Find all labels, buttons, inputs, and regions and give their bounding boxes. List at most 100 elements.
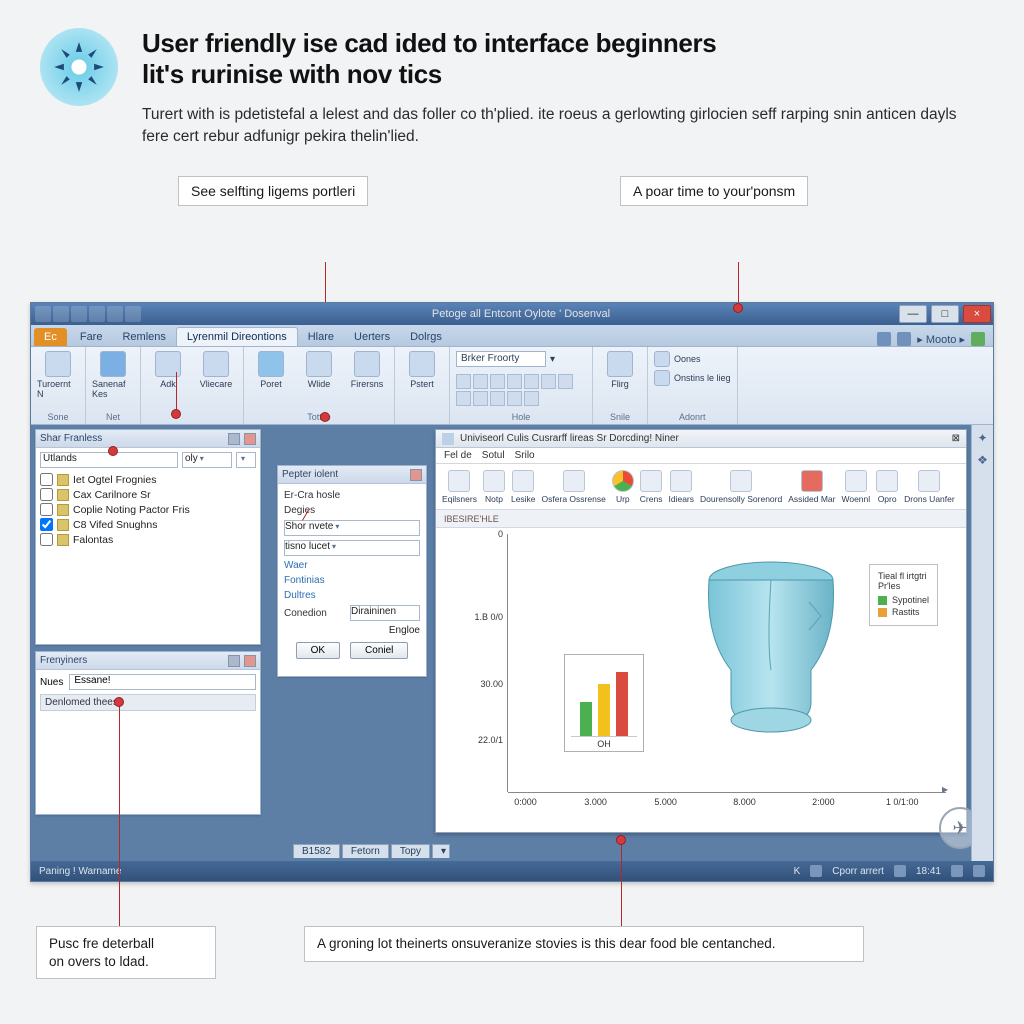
doc-menu-item[interactable]: Srilo bbox=[515, 450, 535, 461]
status-icon[interactable] bbox=[973, 865, 985, 877]
doc-menu[interactable]: Fel de Sotul Srilo bbox=[436, 448, 966, 464]
dialog-dropdown[interactable]: Diraininen bbox=[350, 605, 420, 621]
tree-item[interactable]: Falontas bbox=[40, 532, 256, 547]
maximize-button[interactable]: □ bbox=[931, 305, 959, 323]
doc-tool-button[interactable]: Osfera Ossrense bbox=[542, 470, 606, 504]
ribbon-tabs: Ec Fare Remlens Lyrenmil Direontions Hla… bbox=[31, 325, 993, 347]
doc-tool-button[interactable]: Idiears bbox=[668, 470, 694, 504]
name-input[interactable]: Essane! bbox=[69, 674, 256, 690]
ribbon-small-icons[interactable] bbox=[456, 374, 586, 406]
cancel-button[interactable]: Coniel bbox=[350, 642, 408, 659]
qat-icon[interactable] bbox=[71, 306, 87, 322]
doc-canvas[interactable]: 01.B 0/030.0022.0/1 0:0003.0005.0008.000… bbox=[436, 528, 966, 832]
doc-tab[interactable]: Fetorn bbox=[342, 844, 389, 858]
status-icon[interactable] bbox=[951, 865, 963, 877]
minimize-button[interactable]: — bbox=[899, 305, 927, 323]
status-icon[interactable] bbox=[810, 865, 822, 877]
doc-tool-button[interactable]: Notp bbox=[483, 470, 505, 504]
doc-tool-button[interactable]: Drons Uanfer bbox=[904, 470, 955, 504]
tab-action-icon[interactable] bbox=[897, 332, 911, 346]
mini-dialog[interactable]: Pepter iolent Er-Cra hosle Degies Shor n… bbox=[277, 465, 427, 677]
panel-close-icon[interactable] bbox=[244, 433, 256, 445]
ribbon-mini-button[interactable]: Oones bbox=[654, 351, 731, 367]
status-key-icon: K bbox=[794, 866, 801, 877]
dialog-more[interactable]: Engloe bbox=[389, 625, 420, 636]
doc-tool-button[interactable]: Eqilsners bbox=[442, 470, 477, 504]
doc-close-icon[interactable]: ⊠ bbox=[952, 433, 960, 444]
doc-tool-button[interactable]: Lesike bbox=[511, 470, 536, 504]
tree-item[interactable]: Iet Ogtel Frognies bbox=[40, 472, 256, 487]
close-button[interactable]: × bbox=[963, 305, 991, 323]
callout-top-left: See selfting ligems portleri bbox=[178, 176, 368, 206]
model-tree-panel: Shar Franless Utlandsoly Iet Ogtel Frogn… bbox=[35, 429, 261, 645]
ribbon-button[interactable]: Sanenaf Kes bbox=[92, 351, 134, 399]
doc-tab[interactable]: Topy bbox=[391, 844, 430, 858]
doc-subtab[interactable]: IBESIRE'HLE bbox=[436, 510, 966, 528]
callout-bottom-left: Pusc fre deterballon overs to ldad. bbox=[36, 926, 216, 979]
side-tool-icon[interactable]: ❖ bbox=[976, 453, 990, 467]
tree-item[interactable]: Coplie Noting Pactor Fris bbox=[40, 502, 256, 517]
section-header: Denlomed thees bbox=[40, 694, 256, 711]
qat-icon[interactable] bbox=[35, 306, 51, 322]
ok-button[interactable]: OK bbox=[296, 642, 340, 659]
doc-tool-button[interactable]: Woennl bbox=[841, 470, 870, 504]
dialog-close-icon[interactable] bbox=[410, 469, 422, 481]
ribbon-button[interactable]: Firersns bbox=[346, 351, 388, 389]
doc-menu-item[interactable]: Sotul bbox=[482, 450, 505, 461]
file-tab[interactable]: Ec bbox=[34, 328, 67, 346]
brand-logo bbox=[40, 28, 118, 106]
properties-panel: Frenyiners Nues Essane! Denlomed thees bbox=[35, 651, 261, 815]
dialog-dropdown[interactable]: Shor nvete bbox=[284, 520, 420, 536]
qat-icon[interactable] bbox=[89, 306, 105, 322]
3d-part[interactable] bbox=[666, 552, 876, 762]
doc-tab-more[interactable]: ▾ bbox=[432, 844, 450, 858]
tree-item[interactable]: Cax Carilnore Sr bbox=[40, 487, 256, 502]
menu-mode-label[interactable]: ▸ Mooto ▸ bbox=[917, 333, 965, 346]
tree-filter-dd[interactable] bbox=[236, 452, 256, 468]
dialog-link[interactable]: Fontinias bbox=[284, 575, 325, 586]
dialog-link[interactable]: Dultres bbox=[284, 590, 316, 601]
tab-action-icon[interactable] bbox=[877, 332, 891, 346]
doc-menu-item[interactable]: Fel de bbox=[444, 450, 472, 461]
ribbon-tab[interactable]: Uerters bbox=[344, 328, 400, 346]
ribbon-tab[interactable]: Dolrgs bbox=[400, 328, 452, 346]
ribbon-mini-button[interactable]: Onstins le lieg bbox=[654, 370, 731, 386]
doc-tool-button[interactable]: Urp bbox=[612, 470, 634, 504]
help-icon[interactable] bbox=[971, 332, 985, 346]
ribbon-button[interactable]: Vliecare bbox=[195, 351, 237, 389]
ribbon-button[interactable]: Wlide bbox=[298, 351, 340, 389]
ribbon-dropdown[interactable]: Brker Froorty▾ bbox=[456, 351, 586, 367]
doc-tool-button[interactable]: Dourensolly Sorenord bbox=[700, 470, 782, 504]
dialog-link[interactable]: Waer bbox=[284, 560, 308, 571]
doc-tool-button[interactable]: Crens bbox=[640, 470, 663, 504]
qat-icon[interactable] bbox=[53, 306, 69, 322]
tree-item[interactable]: C8 Vifed Snughns bbox=[40, 517, 256, 532]
ribbon-button[interactable]: Adk bbox=[147, 351, 189, 389]
sparkle-icon[interactable]: ✦ bbox=[976, 431, 990, 445]
qat-icon[interactable] bbox=[125, 306, 141, 322]
tree-filter-dd[interactable]: oly bbox=[182, 452, 232, 468]
doc-tool-button[interactable]: Assided Mar bbox=[788, 470, 835, 504]
titlebar: Petoge all Entcont Oylote ' Dosenval — □… bbox=[31, 303, 993, 325]
ribbon-tab[interactable]: Lyrenmil Direontions bbox=[176, 327, 298, 346]
dialog-dropdown[interactable]: tisno lucet bbox=[284, 540, 420, 556]
doc-tabs[interactable]: B1582 Fetorn Topy ▾ bbox=[293, 841, 450, 861]
side-toolbar[interactable]: ✦ ❖ bbox=[971, 425, 993, 861]
qat-icon[interactable] bbox=[107, 306, 123, 322]
ribbon-tab[interactable]: Hlare bbox=[298, 328, 344, 346]
ribbon-button[interactable]: Pstert bbox=[401, 351, 443, 389]
panel-close-icon[interactable] bbox=[244, 655, 256, 667]
ribbon-button[interactable]: Flirg bbox=[599, 351, 641, 389]
doc-tool-button[interactable]: Opro bbox=[876, 470, 898, 504]
status-icon[interactable] bbox=[894, 865, 906, 877]
doc-icon bbox=[442, 433, 454, 445]
quick-access-toolbar[interactable] bbox=[31, 306, 145, 322]
ribbon-button[interactable]: Poret bbox=[250, 351, 292, 389]
panel-pin-icon[interactable] bbox=[228, 655, 240, 667]
doc-tab[interactable]: B1582 bbox=[293, 844, 340, 858]
ribbon-tab[interactable]: Remlens bbox=[112, 328, 175, 346]
callout-top-right: A poar time to your'ponsm bbox=[620, 176, 808, 206]
ribbon-button[interactable]: Turoernt N bbox=[37, 351, 79, 399]
ribbon-tab[interactable]: Fare bbox=[70, 328, 113, 346]
panel-pin-icon[interactable] bbox=[228, 433, 240, 445]
